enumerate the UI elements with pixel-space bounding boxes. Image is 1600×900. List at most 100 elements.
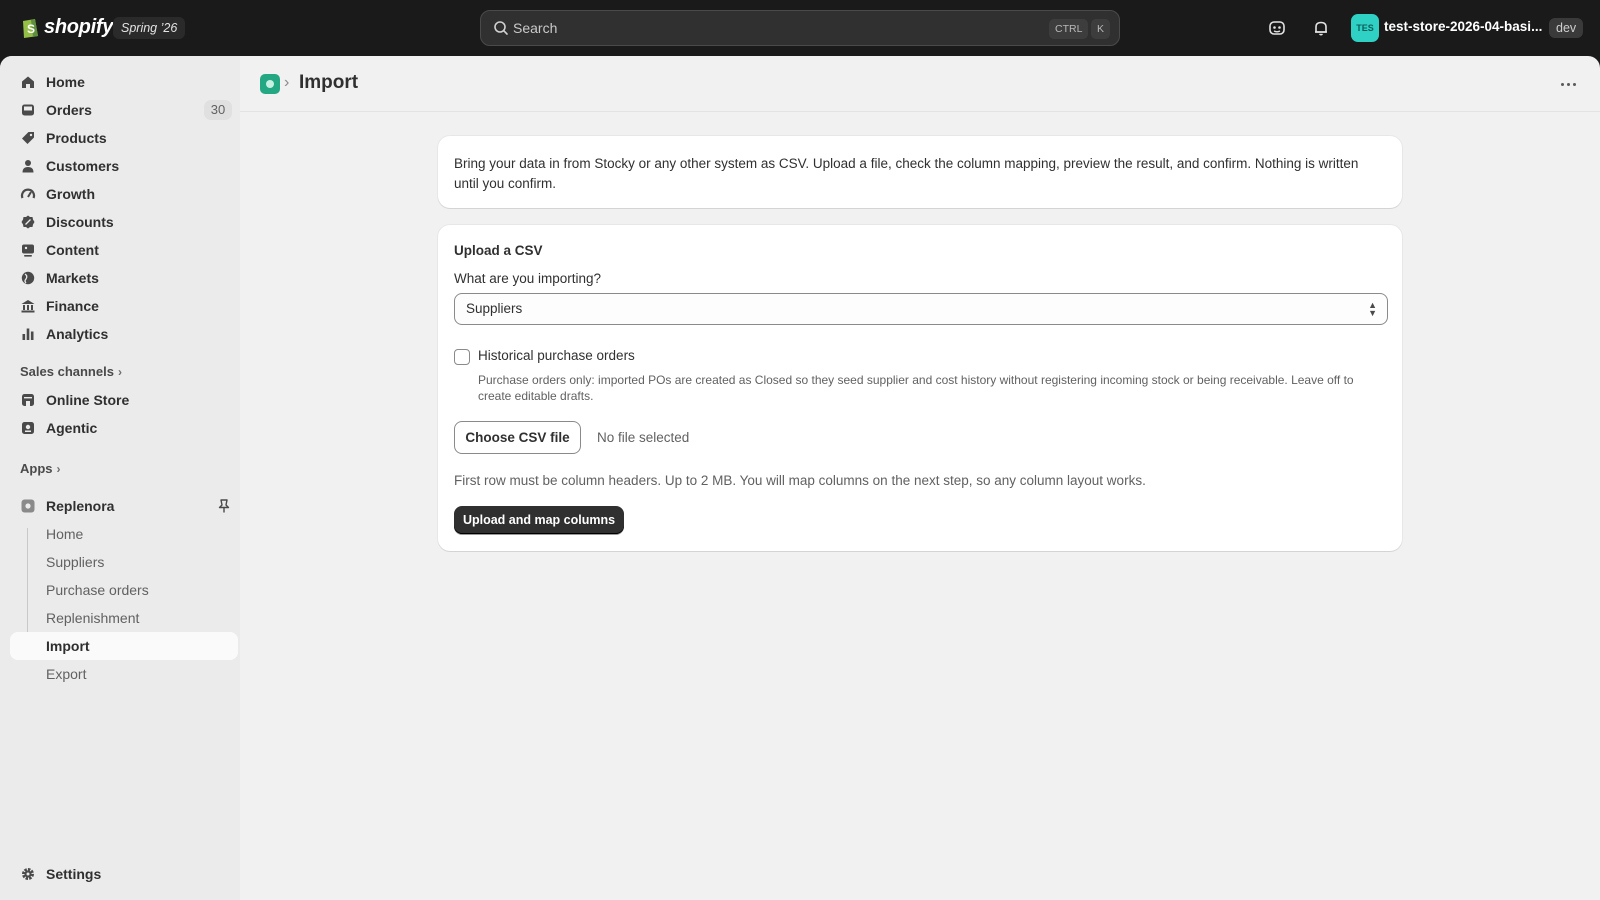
nav-orders[interactable]: Orders 30 — [10, 96, 238, 124]
shopify-logo[interactable]: S shopify — [20, 15, 113, 39]
nav-home[interactable]: Home — [10, 68, 238, 96]
sub-nav-label: Purchase orders — [46, 582, 149, 598]
sales-channels-heading[interactable]: Sales channels › — [20, 364, 122, 379]
svg-text:S: S — [27, 22, 35, 36]
person-icon — [22, 160, 34, 173]
sub-nav-export[interactable]: Export — [10, 660, 238, 688]
gear-icon — [22, 868, 34, 880]
pin-icon[interactable] — [217, 498, 231, 514]
store-avatar[interactable]: TES — [1351, 14, 1379, 42]
nav-settings[interactable]: Settings — [10, 860, 238, 888]
sub-nav-suppliers[interactable]: Suppliers — [10, 548, 238, 576]
sub-nav-purchase-orders[interactable]: Purchase orders — [10, 576, 238, 604]
chevron-right-icon: › — [117, 365, 122, 379]
nav-label: Markets — [46, 270, 99, 286]
import-type-select[interactable]: Suppliers ▲ ▼ — [454, 293, 1388, 325]
section-label: Apps — [20, 461, 53, 476]
store-icon — [22, 394, 34, 406]
nav-label: Products — [46, 130, 107, 146]
nav-content[interactable]: Content — [10, 236, 238, 264]
nav-products[interactable]: Products — [10, 124, 238, 152]
nav-label: Analytics — [46, 326, 109, 342]
chevron-right-icon: › — [56, 462, 61, 476]
sub-nav-import[interactable]: Import — [10, 632, 238, 660]
bell-icon[interactable] — [1310, 17, 1332, 39]
shopify-bag-icon: S — [23, 19, 38, 38]
upload-rules-text: First row must be column headers. Up to … — [454, 473, 1146, 488]
sub-nav-replenishment[interactable]: Replenishment — [10, 604, 238, 632]
select-chevron-icon: ▲ ▼ — [1368, 300, 1377, 318]
apps-heading[interactable]: Apps › — [20, 461, 61, 476]
shortcut-k-key: K — [1091, 19, 1111, 39]
admin-frame: Home Orders 30 Products Customers Growth… — [0, 56, 1600, 900]
file-status: No file selected — [597, 430, 690, 445]
agent-icon — [22, 422, 34, 434]
nav-label: Finance — [46, 298, 99, 314]
page-header: › Import — [240, 56, 1600, 112]
globe-icon — [21, 271, 35, 285]
sub-nav-label: Home — [46, 526, 84, 542]
sidebar: Home Orders 30 Products Customers Growth… — [0, 56, 240, 900]
nav-agentic[interactable]: Agentic — [10, 414, 238, 442]
nav-label: Discounts — [46, 214, 114, 230]
edition-badge[interactable]: Spring ’26 — [113, 17, 186, 39]
sub-nav-label: Export — [46, 666, 87, 682]
discount-icon — [21, 215, 35, 229]
nav-label: Online Store — [46, 392, 130, 408]
tag-icon — [22, 132, 34, 144]
historical-po-checkbox[interactable] — [454, 349, 470, 365]
nav-app-replenora[interactable]: Replenora — [10, 492, 238, 520]
section-label: Sales channels — [20, 364, 114, 379]
nav-label: Replenora — [46, 498, 115, 514]
nav-growth[interactable]: Growth — [10, 180, 238, 208]
bar-chart-icon — [22, 328, 34, 340]
sub-nav-home[interactable]: Home — [10, 520, 238, 548]
intro-card: Bring your data in from Stocky or any ot… — [438, 136, 1402, 208]
nav-discounts[interactable]: Discounts — [10, 208, 238, 236]
intro-text: Bring your data in from Stocky or any ot… — [454, 156, 1359, 191]
nav-label: Growth — [46, 186, 95, 202]
home-icon — [22, 76, 34, 88]
sidekick-icon[interactable] — [1266, 17, 1288, 39]
dot — [1560, 82, 1564, 86]
replenora-app-icon[interactable] — [260, 74, 280, 94]
nav-markets[interactable]: Markets — [10, 264, 238, 292]
brand-wordmark: shopify — [44, 15, 114, 38]
dot — [1566, 82, 1570, 86]
sub-nav-label: Import — [46, 638, 90, 654]
checkbox-label[interactable]: Historical purchase orders — [478, 348, 635, 363]
search-icon — [494, 21, 508, 35]
import-type-label: What are you importing? — [454, 271, 602, 286]
replenora-app-icon — [21, 499, 35, 513]
choose-csv-button[interactable]: Choose CSV file — [454, 421, 581, 454]
card-title: Upload a CSV — [454, 243, 543, 258]
bank-icon — [21, 300, 35, 313]
nav-label: Agentic — [46, 420, 98, 436]
main-content: › Import Bring your data in from Stocky … — [240, 56, 1600, 900]
select-value: Suppliers — [466, 301, 523, 316]
nav-label: Content — [46, 242, 99, 258]
upload-map-button[interactable]: Upload and map columns — [454, 506, 624, 534]
env-badge: dev — [1549, 18, 1584, 38]
nav-analytics[interactable]: Analytics — [10, 320, 238, 348]
nav-customers[interactable]: Customers — [10, 152, 238, 180]
checkbox-help-text: Purchase orders only: imported POs are c… — [478, 373, 1354, 403]
sub-nav-label: Suppliers — [46, 554, 105, 570]
gauge-icon — [20, 188, 36, 199]
nav-label: Home — [46, 74, 85, 90]
search-bar[interactable]: Search CTRL K — [480, 10, 1120, 46]
nav-online-store[interactable]: Online Store — [10, 386, 238, 414]
store-name[interactable]: test-store-2026-04-basi... — [1384, 19, 1542, 34]
more-actions-button[interactable] — [1556, 72, 1580, 96]
nav-label: Customers — [46, 158, 120, 174]
nav-finance[interactable]: Finance — [10, 292, 238, 320]
inbox-icon — [22, 104, 34, 116]
page-title: Import — [299, 72, 359, 93]
top-bar: S shopify Spring ’26 Search CTRL K TES t… — [0, 0, 1600, 56]
orders-count-badge: 30 — [204, 100, 232, 120]
sub-nav-label: Replenishment — [46, 610, 140, 626]
dot — [1572, 82, 1576, 86]
search-input[interactable]: Search — [513, 20, 557, 36]
nav-label: Orders — [46, 102, 92, 118]
upload-card: Upload a CSV What are you importing? Sup… — [438, 225, 1402, 551]
